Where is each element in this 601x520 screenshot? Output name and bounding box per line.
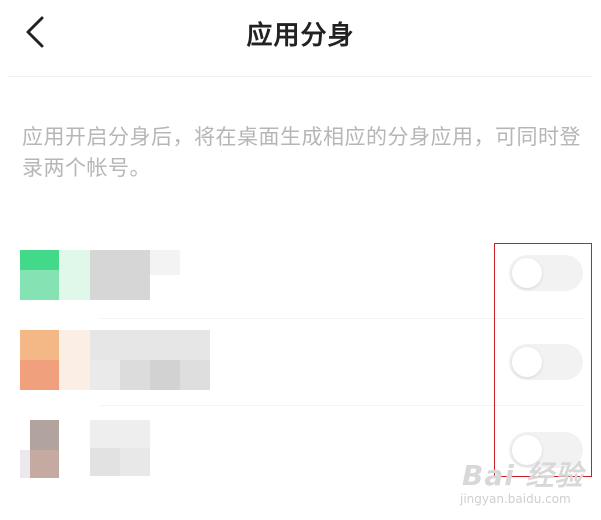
description-text: 应用开启分身后，将在桌面生成相应的分身应用，可同时登录两个帐号。 — [22, 125, 581, 180]
app-icon-3 — [20, 420, 90, 480]
app-icon-2 — [20, 330, 90, 390]
page-title: 应用分身 — [246, 21, 355, 51]
watermark-logo: Bai 经验 — [462, 459, 584, 492]
watermark-url: jingyan.baidu.com — [460, 492, 571, 506]
baidu-jingyan-watermark: Bai 经验 jingyan.baidu.com — [452, 454, 592, 514]
header-divider — [8, 76, 593, 77]
app-icon-1 — [20, 250, 90, 310]
nav-header: 应用分身 — [0, 0, 601, 76]
highlight-box — [494, 243, 592, 477]
